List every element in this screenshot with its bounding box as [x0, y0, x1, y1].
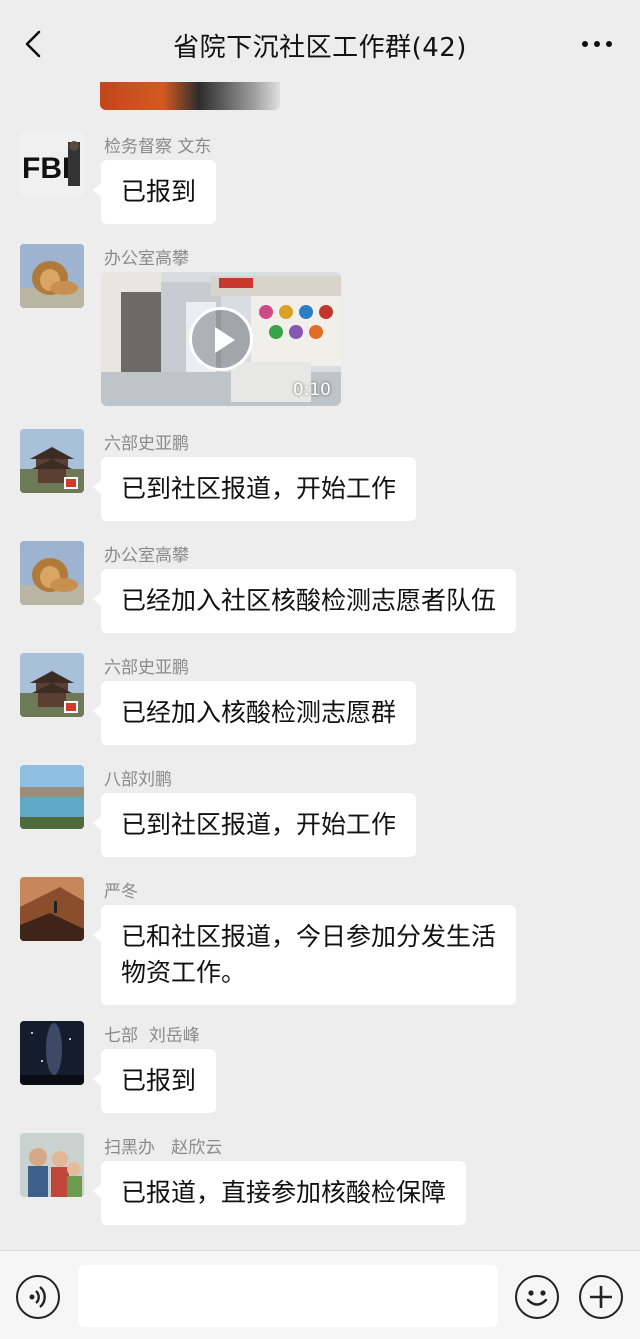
- sender-name: 严冬: [104, 882, 138, 902]
- message-bubble[interactable]: 已报到: [92, 160, 217, 224]
- message-bubble[interactable]: 已和社区报道，今日参加分发生活 物资工作。: [92, 905, 517, 1005]
- plus-button[interactable]: [579, 1275, 623, 1319]
- chat-title: 省院下沉社区工作群(42): [173, 32, 467, 63]
- family-photo: [20, 1133, 84, 1197]
- desert-image: [20, 877, 84, 941]
- emoji-icon: [526, 1290, 548, 1306]
- message-line: 已和社区报道，今日参加分发生活: [121, 922, 497, 951]
- pagoda-avatar[interactable]: [20, 429, 84, 493]
- sender-name: 六部史亚鹏: [104, 434, 189, 454]
- video-duration: 0:10: [292, 380, 331, 400]
- family-avatar[interactable]: [20, 1133, 84, 1197]
- lion-image: [20, 541, 84, 605]
- voice-icon: [29, 1286, 46, 1308]
- pagoda-avatar[interactable]: [20, 653, 84, 717]
- input-bar: [0, 1250, 640, 1339]
- previous-image-message[interactable]: [100, 82, 280, 110]
- sender-name: 八部刘鹏: [104, 770, 172, 790]
- sender-name: 办公室高攀: [104, 546, 189, 566]
- night-sky-avatar[interactable]: [20, 1021, 84, 1085]
- more-dots-icon: [582, 41, 612, 47]
- message-bubble[interactable]: 已报道，直接参加核酸检保障: [92, 1161, 467, 1225]
- message-bubble[interactable]: 已经加入核酸检测志愿群: [92, 681, 417, 745]
- message-bubble[interactable]: 已经加入社区核酸检测志愿者队伍: [92, 569, 517, 633]
- message-bubble[interactable]: 已报到: [92, 1049, 217, 1113]
- message-input[interactable]: [78, 1265, 498, 1327]
- back-button[interactable]: [18, 26, 48, 62]
- message-list[interactable]: FBI 检务督察 文东 已报到 办公室高攀 0:10 六部史亚鹏 已到社区报道，…: [0, 82, 640, 1250]
- svg-text:FBI: FBI: [22, 152, 70, 185]
- fbi-logo-icon: FBI: [20, 132, 84, 196]
- video-message[interactable]: 0:10: [101, 272, 341, 406]
- pagoda-image: [20, 429, 84, 493]
- fbi-avatar[interactable]: FBI: [20, 132, 84, 196]
- message-bubble[interactable]: 已到社区报道，开始工作: [92, 793, 417, 857]
- message-line: 物资工作。: [121, 958, 247, 987]
- pagoda-image: [20, 653, 84, 717]
- plus-icon: [590, 1286, 612, 1308]
- lion-avatar[interactable]: [20, 244, 84, 308]
- sender-name: 办公室高攀: [104, 249, 189, 269]
- voice-button[interactable]: [16, 1275, 60, 1319]
- play-icon[interactable]: [189, 307, 253, 371]
- sender-name: 扫黑办 赵欣云: [104, 1138, 223, 1158]
- night-sky-image: [20, 1021, 84, 1085]
- lion-avatar[interactable]: [20, 541, 84, 605]
- chat-header: 省院下沉社区工作群(42): [0, 0, 640, 90]
- sender-name: 六部史亚鹏: [104, 658, 189, 678]
- more-button[interactable]: [580, 30, 614, 58]
- emoji-button[interactable]: [515, 1275, 559, 1319]
- sender-name: 检务督察 文东: [104, 137, 212, 157]
- message-bubble[interactable]: 已到社区报道，开始工作: [92, 457, 417, 521]
- lion-image: [20, 244, 84, 308]
- chevron-left-icon: [25, 30, 41, 58]
- lake-image: [20, 765, 84, 829]
- lake-avatar[interactable]: [20, 765, 84, 829]
- sender-name: 七部 刘岳峰: [104, 1026, 200, 1046]
- desert-avatar[interactable]: [20, 877, 84, 941]
